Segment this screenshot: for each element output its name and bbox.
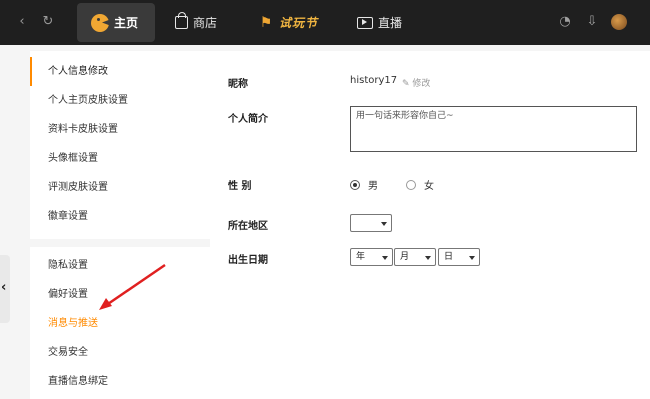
controller-icon[interactable]: ◔ xyxy=(556,13,574,31)
back-arrow-icon[interactable]: ‹ xyxy=(12,11,32,33)
dropdown-caret-icon xyxy=(425,256,431,260)
region-select[interactable] xyxy=(350,214,392,232)
sidebar-item-profile-edit[interactable]: 个人信息修改 xyxy=(30,57,210,86)
chevron-left-icon: ‹ xyxy=(1,280,7,295)
tab-live-label: 直播 xyxy=(378,16,403,30)
birth-month-value: 月 xyxy=(400,252,410,262)
tab-home-label: 主页 xyxy=(114,16,139,30)
bio-textarea[interactable]: 用一句话来形容你自己~ xyxy=(350,106,637,152)
profile-edit-form: 昵称 history17 ✎ 修改 个人简介 用一句话来形容你自己~ 性 别 男… xyxy=(210,51,650,399)
sidebar-divider xyxy=(30,239,210,247)
nickname-value: history17 xyxy=(350,75,398,86)
gender-label: 性 别 xyxy=(228,181,252,192)
radio-unchecked-icon xyxy=(406,179,416,190)
sidebar-item-avatar-frame[interactable]: 头像框设置 xyxy=(30,144,210,173)
dropdown-caret-icon xyxy=(469,256,475,260)
tab-demo-festival[interactable]: ⚑ 试玩节 xyxy=(258,3,318,42)
game-logo-icon xyxy=(91,13,109,32)
settings-sidebar: 个人信息修改 个人主页皮肤设置 资料卡皮肤设置 头像框设置 评测皮肤设置 徽章设… xyxy=(30,51,210,399)
birth-day-select[interactable]: 日 xyxy=(438,248,480,266)
gender-female-label: 女 xyxy=(424,181,434,192)
tab-demo-festival-label: 试玩节 xyxy=(279,16,319,30)
dropdown-caret-icon xyxy=(382,256,388,260)
top-navigation-bar: ‹ ↻ 主页 商店 ⚑ 试玩节 直播 ◔ ⇩ xyxy=(0,0,650,45)
sidebar-item-trade-security[interactable]: 交易安全 xyxy=(30,338,210,367)
sidebar-item-homepage-skin[interactable]: 个人主页皮肤设置 xyxy=(30,86,210,115)
edit-nickname-label: 修改 xyxy=(412,79,431,89)
gender-female-radio[interactable]: 女 xyxy=(406,177,434,192)
tab-store[interactable]: 商店 xyxy=(175,3,217,42)
region-label: 所在地区 xyxy=(228,221,268,232)
sidebar-item-badges[interactable]: 徽章设置 xyxy=(30,202,210,231)
refresh-icon[interactable]: ↻ xyxy=(38,11,58,33)
birth-year-value: 年 xyxy=(356,252,366,262)
user-avatar[interactable] xyxy=(611,14,627,30)
birth-day-value: 日 xyxy=(444,252,454,262)
radio-checked-icon xyxy=(350,179,360,190)
edit-nickname-link[interactable]: ✎ 修改 xyxy=(402,76,430,89)
play-video-icon xyxy=(357,16,373,29)
pencil-icon: ✎ xyxy=(402,79,410,89)
nickname-label: 昵称 xyxy=(228,79,248,90)
birth-month-select[interactable]: 月 xyxy=(394,248,436,266)
sidebar-item-live-binding[interactable]: 直播信息绑定 xyxy=(30,367,210,396)
download-icon[interactable]: ⇩ xyxy=(583,13,601,31)
tab-store-label: 商店 xyxy=(193,16,218,30)
tab-live[interactable]: 直播 xyxy=(357,3,402,42)
dropdown-caret-icon xyxy=(381,222,387,226)
birth-date-label: 出生日期 xyxy=(228,255,268,266)
sidebar-item-notifications[interactable]: 消息与推送 xyxy=(30,309,210,338)
shopping-bag-icon xyxy=(175,12,188,29)
collapse-sidebar-handle[interactable]: ‹ xyxy=(0,255,10,323)
sidebar-item-card-skin[interactable]: 资料卡皮肤设置 xyxy=(30,115,210,144)
bio-label: 个人简介 xyxy=(228,114,268,125)
gender-male-label: 男 xyxy=(368,181,378,192)
joystick-icon: ⚑ xyxy=(259,14,273,31)
birth-year-select[interactable]: 年 xyxy=(350,248,393,266)
sidebar-item-review-skin[interactable]: 评测皮肤设置 xyxy=(30,173,210,202)
tab-home[interactable]: 主页 xyxy=(77,3,155,42)
red-annotation-arrow xyxy=(99,263,166,310)
gender-male-radio[interactable]: 男 xyxy=(350,177,378,192)
